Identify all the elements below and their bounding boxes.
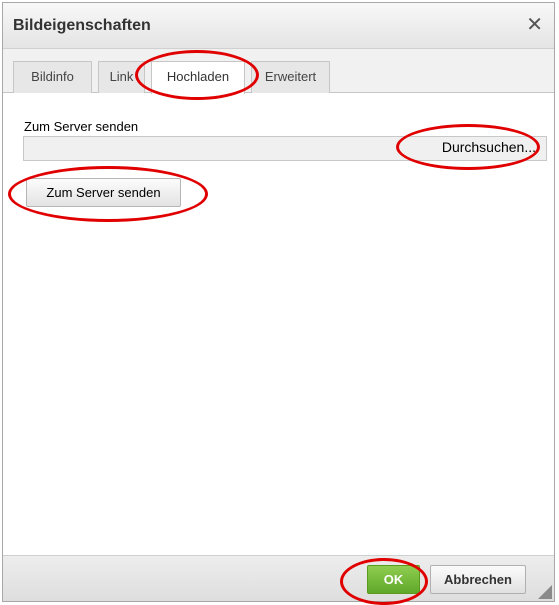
upload-field-label: Zum Server senden bbox=[24, 119, 139, 134]
browse-button[interactable]: Durchsuchen... bbox=[442, 139, 536, 155]
file-input[interactable]: Durchsuchen... bbox=[23, 136, 547, 161]
ok-button[interactable]: OK bbox=[367, 565, 420, 594]
dialog-title-bar[interactable]: Bildeigenschaften ✕ bbox=[3, 3, 554, 49]
dialog-footer: OK Abbrechen bbox=[3, 555, 554, 601]
close-icon[interactable]: ✕ bbox=[526, 15, 543, 35]
upload-panel: Zum Server senden Durchsuchen... Zum Ser… bbox=[3, 93, 554, 555]
tab-hochladen[interactable]: Hochladen bbox=[151, 61, 245, 94]
dialog-title: Bildeigenschaften bbox=[13, 17, 151, 34]
send-to-server-button[interactable]: Zum Server senden bbox=[26, 178, 181, 207]
tab-strip: Bildinfo Link Hochladen Erweitert bbox=[3, 49, 554, 94]
tab-erweitert[interactable]: Erweitert bbox=[251, 61, 330, 93]
tab-link[interactable]: Link bbox=[98, 61, 145, 93]
tab-bildinfo[interactable]: Bildinfo bbox=[13, 61, 92, 93]
resize-handle-icon[interactable] bbox=[538, 585, 552, 599]
cancel-button[interactable]: Abbrechen bbox=[430, 565, 526, 594]
image-properties-dialog: Bildeigenschaften ✕ Bildinfo Link Hochla… bbox=[2, 2, 555, 602]
